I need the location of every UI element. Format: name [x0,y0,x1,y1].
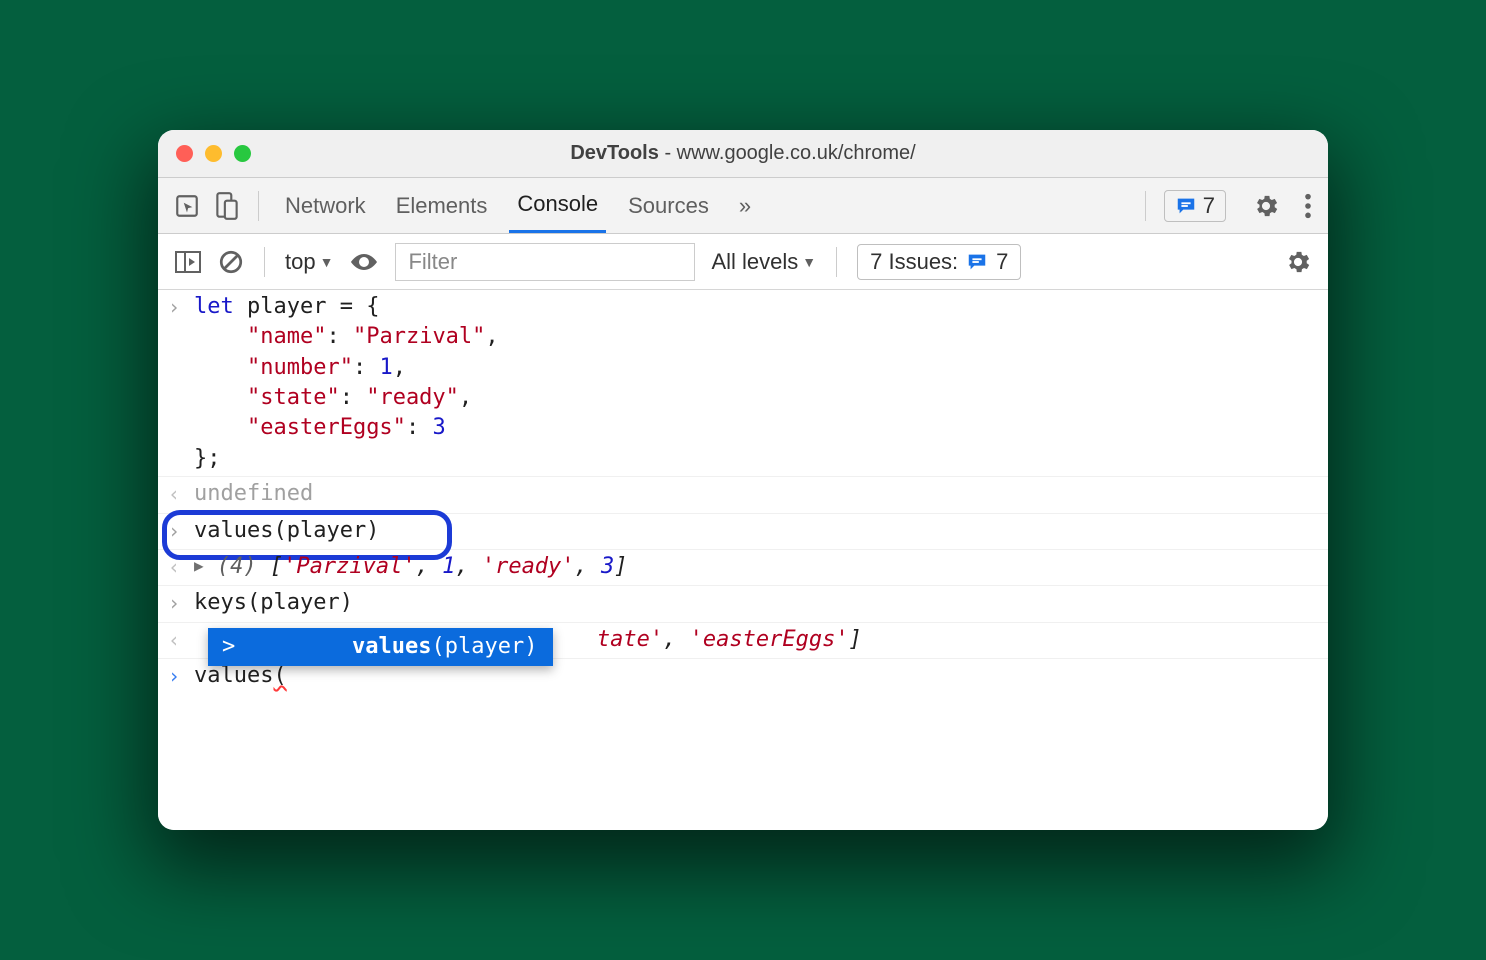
console-output-array[interactable]: ▶ (4) ['Parzival', 1, 'ready', 3] [158,550,1328,586]
messages-badge[interactable]: 7 [1164,190,1226,222]
divider [264,247,265,277]
log-levels-selector[interactable]: All levels ▼ [711,249,816,275]
divider [836,247,837,277]
issues-button[interactable]: 7 Issues: 7 [857,244,1021,280]
console-prompt[interactable]: > values(player) values( [158,659,1328,694]
traffic-lights [176,145,251,162]
autocomplete-popup[interactable]: > values(player) [208,628,553,666]
expand-icon[interactable]: ▶ [194,555,204,577]
tab-more[interactable]: » [731,178,759,233]
title-url: www.google.co.uk/chrome/ [677,142,916,164]
kebab-icon[interactable] [1304,192,1312,220]
filter-input[interactable] [395,243,695,281]
minimize-window-button[interactable] [205,145,222,162]
messages-count: 7 [1203,193,1215,219]
chevron-down-icon: ▼ [320,254,334,270]
tab-console[interactable]: Console [509,178,606,233]
clear-console-icon[interactable] [218,249,244,275]
console-input-entry[interactable]: let player = { "name": "Parzival", "numb… [158,290,1328,477]
sidebar-toggle-icon[interactable] [174,250,202,274]
window-title: DevTools - www.google.co.uk/chrome/ [158,142,1328,165]
console-body: let player = { "name": "Parzival", "numb… [158,290,1328,830]
inspect-icon[interactable] [174,193,200,219]
console-input-entry[interactable]: values(player) [158,514,1328,550]
tab-bar: Network Elements Console Sources » 7 [158,178,1328,234]
device-toggle-icon[interactable] [214,191,240,221]
message-icon [966,251,988,273]
tab-elements[interactable]: Elements [388,178,496,233]
divider [258,191,259,221]
context-selector[interactable]: top ▼ [285,249,333,275]
settings-icon[interactable] [1252,192,1280,220]
zoom-window-button[interactable] [234,145,251,162]
title-prefix: DevTools [570,142,659,164]
chevron-down-icon: ▼ [802,254,816,270]
settings-icon[interactable] [1284,248,1312,276]
message-icon [1175,195,1197,217]
tab-sources[interactable]: Sources [620,178,717,233]
console-output-undefined: undefined [158,477,1328,513]
close-window-button[interactable] [176,145,193,162]
divider [1145,191,1146,221]
console-input-entry[interactable]: keys(player) [158,586,1328,622]
devtools-window: DevTools - www.google.co.uk/chrome/ Netw… [158,130,1328,830]
title-bar: DevTools - www.google.co.uk/chrome/ [158,130,1328,178]
eye-icon[interactable] [349,251,379,273]
console-toolbar: top ▼ All levels ▼ 7 Issues: 7 [158,234,1328,290]
tab-network[interactable]: Network [277,178,374,233]
